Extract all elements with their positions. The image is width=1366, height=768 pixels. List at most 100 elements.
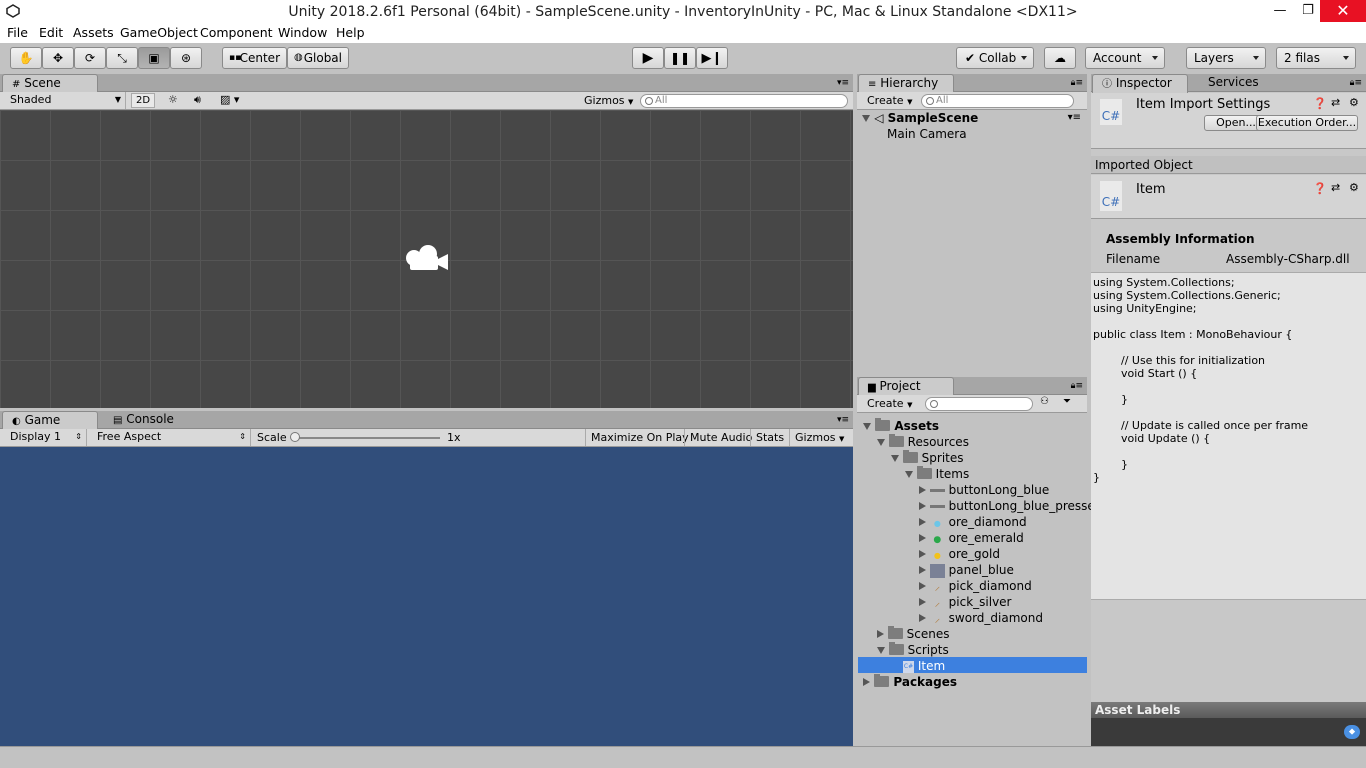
pause-button[interactable]: ❚❚ — [664, 47, 696, 69]
collapse-arrow-icon[interactable] — [919, 598, 926, 606]
preset-icon[interactable]: ⇄ — [1331, 96, 1340, 109]
shading-dropdown[interactable]: Shaded ▼ — [4, 92, 126, 109]
expand-arrow-icon[interactable] — [877, 439, 885, 446]
collapse-arrow-icon[interactable] — [919, 502, 926, 510]
maximize-on-play-toggle[interactable]: Maximize On Play — [585, 429, 694, 446]
tree-sprite-buttonlong-blue-pressed[interactable]: buttonLong_blue_presse — [919, 499, 1095, 513]
scale-slider[interactable] — [295, 437, 440, 439]
expand-arrow-icon[interactable] — [877, 647, 885, 654]
scene-search-input[interactable]: All — [640, 94, 848, 108]
collapse-arrow-icon[interactable] — [877, 630, 884, 638]
tree-sprite-panel-blue[interactable]: panel_blue — [919, 563, 1014, 578]
stats-toggle[interactable]: Stats — [750, 429, 789, 446]
tree-sprite-buttonlong-blue[interactable]: buttonLong_blue — [919, 483, 1049, 497]
tab-scene[interactable]: # Scene — [2, 74, 98, 93]
tree-sprites[interactable]: Sprites — [891, 450, 964, 465]
collapse-arrow-icon[interactable] — [919, 582, 926, 590]
preset-icon[interactable]: ⇄ — [1331, 181, 1340, 194]
layout-dropdown[interactable]: 2 filas — [1276, 47, 1356, 69]
scale-slider-thumb[interactable] — [290, 432, 300, 442]
project-search-input[interactable] — [925, 397, 1033, 411]
hierarchy-search-input[interactable]: All — [921, 94, 1074, 108]
tree-script-item[interactable]: C# Item — [903, 659, 945, 673]
tree-packages[interactable]: Packages — [863, 674, 957, 689]
help-icon[interactable]: ❓ — [1313, 182, 1327, 195]
move-tool-button[interactable]: ✥ — [42, 47, 74, 69]
tab-services[interactable]: Services — [1199, 74, 1279, 93]
pivot-global-button[interactable]: ◍ Global — [287, 47, 349, 69]
tab-game[interactable]: ◐ Game — [2, 411, 98, 430]
collapse-arrow-icon[interactable] — [919, 566, 926, 574]
rect-tool-button[interactable]: ▣ — [138, 47, 170, 69]
display-dropdown[interactable]: Display 1 ⇕ — [4, 429, 87, 446]
2d-toggle[interactable]: 2D — [131, 93, 155, 108]
filter-label-icon[interactable]: ⏷ — [1063, 396, 1071, 407]
collapse-arrow-icon[interactable] — [863, 678, 870, 686]
menu-gameobject[interactable]: GameObject — [120, 25, 198, 40]
tab-inspector[interactable]: ⓘ Inspector — [1092, 74, 1188, 93]
tree-assets[interactable]: Assets — [863, 418, 939, 433]
tree-sprite-ore-diamond[interactable]: ● ore_diamond — [919, 515, 1027, 529]
execution-order-button[interactable]: Execution Order... — [1256, 115, 1358, 131]
collapse-arrow-icon[interactable] — [919, 614, 926, 622]
hand-tool-button[interactable]: ✋ — [10, 47, 42, 69]
tag-icon[interactable]: ⬥ — [1344, 725, 1360, 739]
rotate-tool-button[interactable]: ⟳ — [74, 47, 106, 69]
tab-console[interactable]: ▤ Console — [104, 411, 194, 430]
lighting-toggle-icon[interactable]: ☼ — [168, 93, 178, 106]
menu-file[interactable]: File — [7, 25, 28, 40]
pivot-center-button[interactable]: ▪▪ Center — [222, 47, 287, 69]
expand-arrow-icon[interactable] — [891, 455, 899, 462]
collab-dropdown[interactable]: ✔ Collab — [956, 47, 1034, 69]
tree-sprite-pick-silver[interactable]: ⸝ pick_silver — [919, 595, 1012, 610]
filter-type-icon[interactable]: ⚇ — [1040, 396, 1049, 407]
gear-icon[interactable]: ⚙ — [1349, 96, 1359, 109]
camera-gizmo-icon[interactable] — [404, 242, 450, 276]
collapse-arrow-icon[interactable] — [919, 486, 926, 494]
step-button[interactable]: ▶❙ — [696, 47, 728, 69]
menu-edit[interactable]: Edit — [39, 25, 63, 40]
project-create-dropdown[interactable]: Create ▼ — [861, 395, 912, 414]
tree-sprite-ore-emerald[interactable]: ● ore_emerald — [919, 531, 1024, 545]
hierarchy-create-dropdown[interactable]: Create ▼ — [861, 92, 912, 111]
cloud-button[interactable]: ☁ — [1044, 47, 1076, 69]
menu-help[interactable]: Help — [336, 25, 365, 40]
tree-items-folder[interactable]: Items — [905, 466, 969, 481]
tab-project[interactable]: ▆ Project — [858, 377, 954, 396]
gear-icon[interactable]: ⚙ — [1349, 181, 1359, 194]
audio-toggle-icon[interactable]: 🔊︎ — [194, 93, 201, 107]
expand-arrow-icon[interactable] — [862, 115, 870, 122]
account-dropdown[interactable]: Account — [1085, 47, 1165, 69]
expand-arrow-icon[interactable] — [863, 423, 871, 430]
collapse-arrow-icon[interactable] — [919, 534, 926, 542]
tree-scripts[interactable]: Scripts — [877, 642, 949, 657]
transform-tool-button[interactable]: ⊛ — [170, 47, 202, 69]
game-gizmos-dropdown[interactable]: Gizmos ▼ — [789, 429, 849, 446]
tree-sprite-sword-diamond[interactable]: ⸝ sword_diamond — [919, 611, 1043, 626]
effects-toggle-icon[interactable]: ▨ ▾ — [220, 93, 239, 106]
game-viewport[interactable] — [0, 447, 853, 746]
collapse-arrow-icon[interactable] — [919, 518, 926, 526]
mute-audio-toggle[interactable]: Mute Audio — [684, 429, 757, 446]
close-button[interactable]: ✕ — [1320, 0, 1366, 22]
scene-viewport[interactable] — [0, 110, 853, 408]
lock-icon[interactable]: 🔒︎≡ — [1071, 381, 1083, 391]
tab-hierarchy[interactable]: ≡ Hierarchy — [858, 74, 954, 93]
scene-gizmos-dropdown[interactable]: Gizmos ▼ — [584, 92, 633, 111]
menu-window[interactable]: Window — [278, 25, 327, 40]
panel-menu-icon[interactable]: ▾≡ — [837, 78, 849, 88]
tree-sprite-pick-diamond[interactable]: ⸝ pick_diamond — [919, 579, 1032, 594]
tree-resources[interactable]: Resources — [877, 434, 969, 449]
tree-scenes[interactable]: Scenes — [877, 626, 950, 641]
hierarchy-item-main-camera[interactable]: Main Camera — [887, 127, 967, 141]
scale-tool-button[interactable]: ⤡ — [106, 47, 138, 69]
menu-assets[interactable]: Assets — [73, 25, 114, 40]
menu-component[interactable]: Component — [200, 25, 273, 40]
expand-arrow-icon[interactable] — [905, 471, 913, 478]
scene-root[interactable]: ◁ SampleScene — [862, 111, 978, 125]
collapse-arrow-icon[interactable] — [919, 550, 926, 558]
help-icon[interactable]: ❓ — [1313, 97, 1327, 110]
tree-sprite-ore-gold[interactable]: ● ore_gold — [919, 547, 1000, 561]
aspect-dropdown[interactable]: Free Aspect ⇕ — [91, 429, 251, 446]
panel-menu-icon[interactable]: ▾≡ — [837, 415, 849, 425]
